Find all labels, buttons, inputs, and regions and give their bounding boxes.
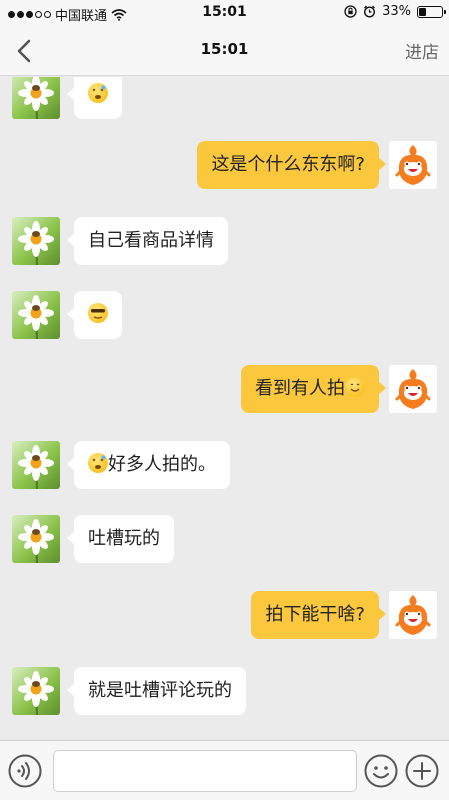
dizzy-face-emoji — [88, 453, 108, 473]
flower-avatar-image — [18, 77, 54, 119]
message-input[interactable] — [53, 750, 357, 792]
message-text: 好多人拍的。 — [108, 454, 216, 475]
plus-icon[interactable] — [405, 754, 439, 788]
flower-avatar-image — [18, 671, 54, 715]
message-bubble[interactable]: 拍下能干啥? — [251, 591, 386, 639]
avatar[interactable] — [389, 365, 437, 413]
smile-emoji — [345, 377, 365, 397]
battery-percent: 33% — [382, 4, 411, 19]
avatar[interactable] — [389, 141, 437, 189]
flower-avatar-image — [18, 519, 54, 563]
message-text: 自己看商品详情 — [88, 230, 214, 251]
page-title: 15:01 — [200, 40, 249, 58]
smiley-icon[interactable] — [364, 754, 398, 788]
message-bubble[interactable]: 吐槽玩的 — [67, 515, 174, 563]
input-bar — [0, 740, 449, 800]
avatar[interactable] — [12, 515, 60, 563]
avatar[interactable] — [12, 217, 60, 265]
enter-shop-button[interactable]: 进店 — [405, 38, 439, 63]
orange-mascot-avatar-image — [395, 145, 431, 185]
status-bar: 中国联通 15:01 33% — [0, 0, 449, 26]
avatar[interactable] — [389, 591, 437, 639]
message-bubble[interactable] — [67, 77, 122, 119]
flower-avatar-image — [18, 295, 54, 339]
message-text: 这是个什么东东啊? — [211, 154, 365, 175]
avatar[interactable] — [12, 291, 60, 339]
dizzy-face-emoji — [88, 83, 108, 103]
message-text: 就是吐槽评论玩的 — [88, 680, 232, 701]
flower-avatar-image — [18, 445, 54, 489]
nav-bar: 15:01 进店 — [0, 26, 449, 76]
avatar[interactable] — [12, 441, 60, 489]
orange-mascot-avatar-image — [395, 369, 431, 409]
message-bubble[interactable]: 就是吐槽评论玩的 — [67, 667, 246, 715]
sunglasses-face-emoji — [88, 303, 108, 323]
status-right: 33% — [344, 4, 446, 19]
alarm-icon — [364, 5, 376, 18]
avatar[interactable] — [12, 77, 60, 119]
battery-icon — [417, 5, 446, 18]
chat-list[interactable]: 这是个什么东东啊? 自己看商品详情 看到有人拍 好多人拍的。 吐槽玩的 拍下能干… — [0, 77, 449, 740]
message-bubble[interactable] — [67, 291, 122, 339]
rotation-lock-icon — [344, 5, 357, 18]
voice-icon[interactable] — [8, 754, 42, 788]
message-bubble[interactable]: 这是个什么东东啊? — [197, 141, 386, 189]
message-text: 吐槽玩的 — [88, 528, 160, 549]
message-bubble[interactable]: 看到有人拍 — [241, 365, 386, 413]
message-bubble[interactable]: 好多人拍的。 — [67, 441, 230, 489]
avatar[interactable] — [12, 667, 60, 715]
message-text: 看到有人拍 — [255, 378, 345, 399]
flower-avatar-image — [18, 221, 54, 265]
message-bubble[interactable]: 自己看商品详情 — [67, 217, 228, 265]
message-text: 拍下能干啥? — [265, 604, 365, 625]
orange-mascot-avatar-image — [395, 595, 431, 635]
